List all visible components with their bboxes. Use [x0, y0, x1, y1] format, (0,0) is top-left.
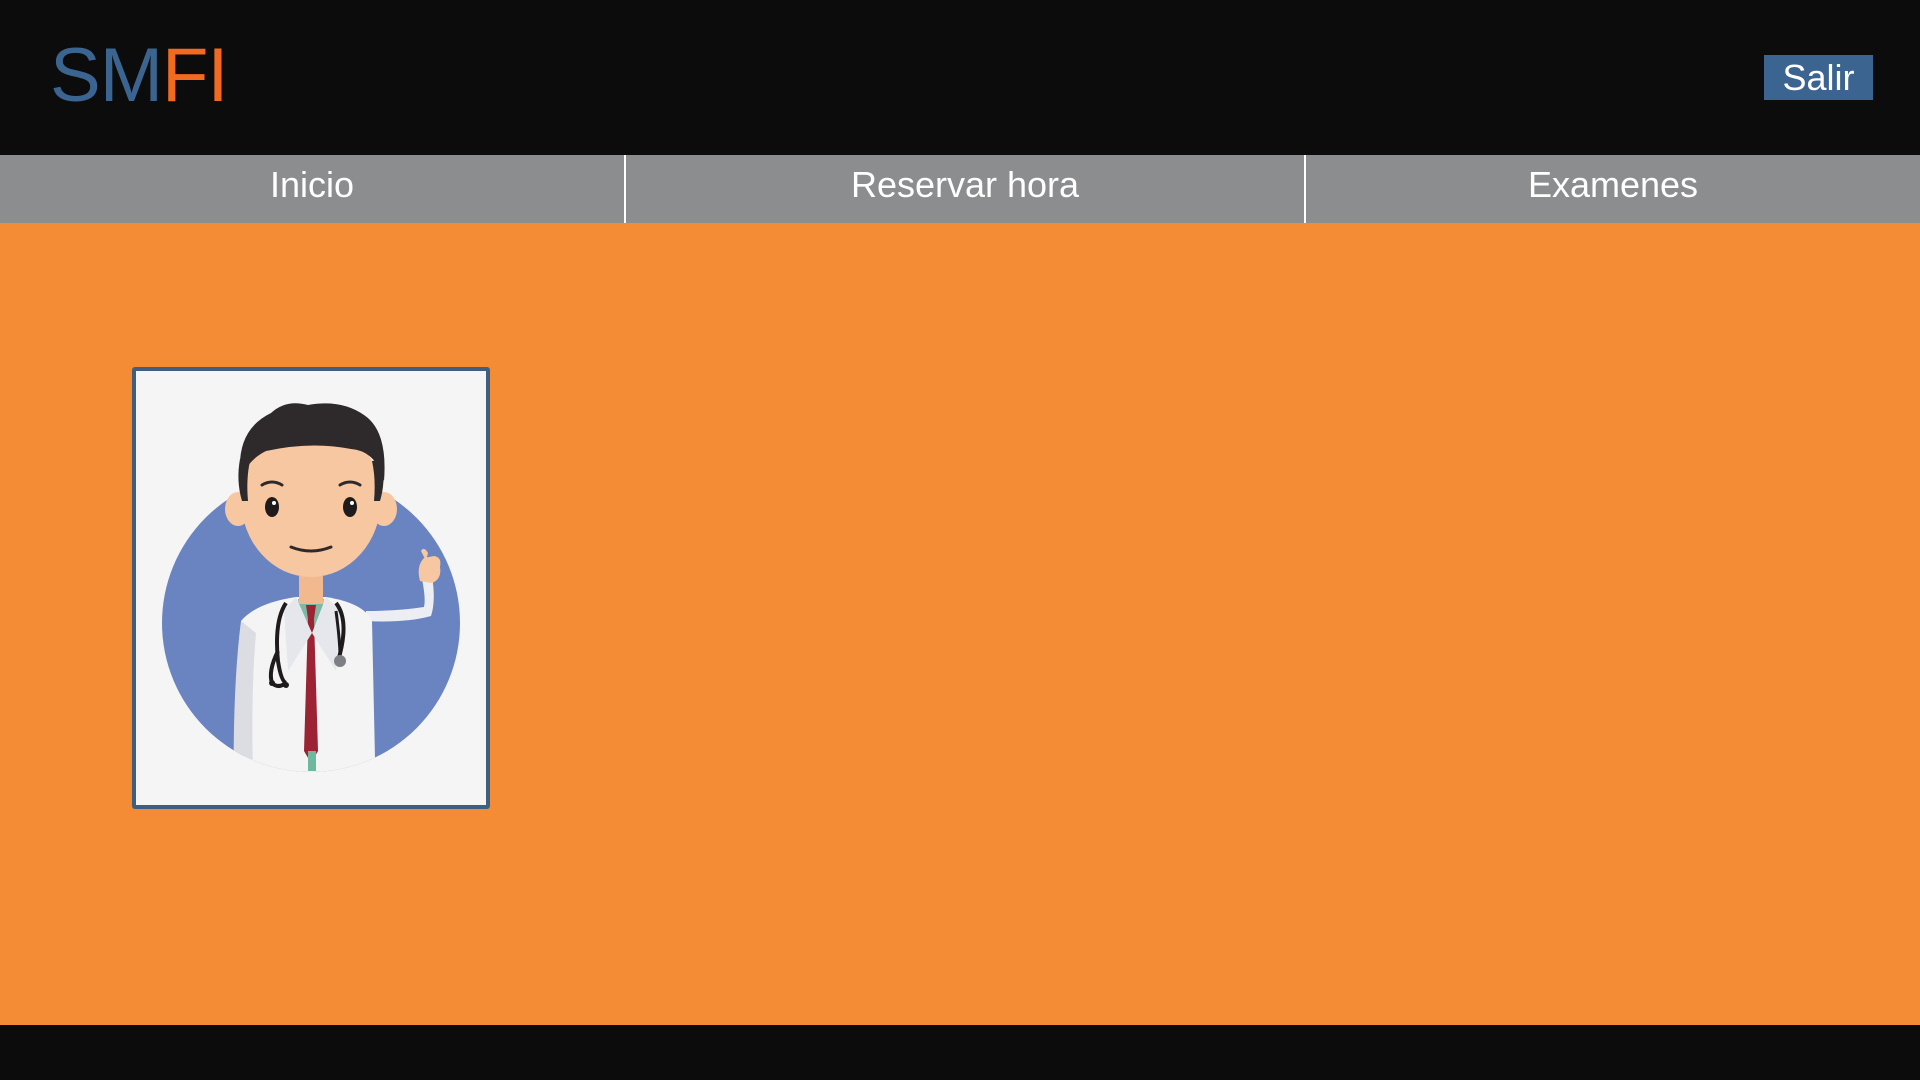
nav-item-inicio[interactable]: Inicio: [0, 155, 626, 223]
page: SMFI Salir Inicio Reservar hora Examenes: [0, 0, 1920, 1080]
footer: [0, 1025, 1920, 1080]
nav-item-examenes[interactable]: Examenes: [1306, 155, 1920, 223]
logout-button[interactable]: Salir: [1764, 55, 1873, 100]
app-logo: SMFI: [50, 33, 229, 118]
doctor-illustration-icon: [162, 403, 460, 772]
nav-item-reservar-hora[interactable]: Reservar hora: [626, 155, 1306, 223]
header: SMFI Salir: [0, 0, 1920, 155]
doctor-card: [132, 367, 490, 809]
main-nav: Inicio Reservar hora Examenes: [0, 155, 1920, 223]
logo-text-fi: FI: [162, 33, 229, 118]
logo-text-sm: SM: [50, 33, 163, 118]
